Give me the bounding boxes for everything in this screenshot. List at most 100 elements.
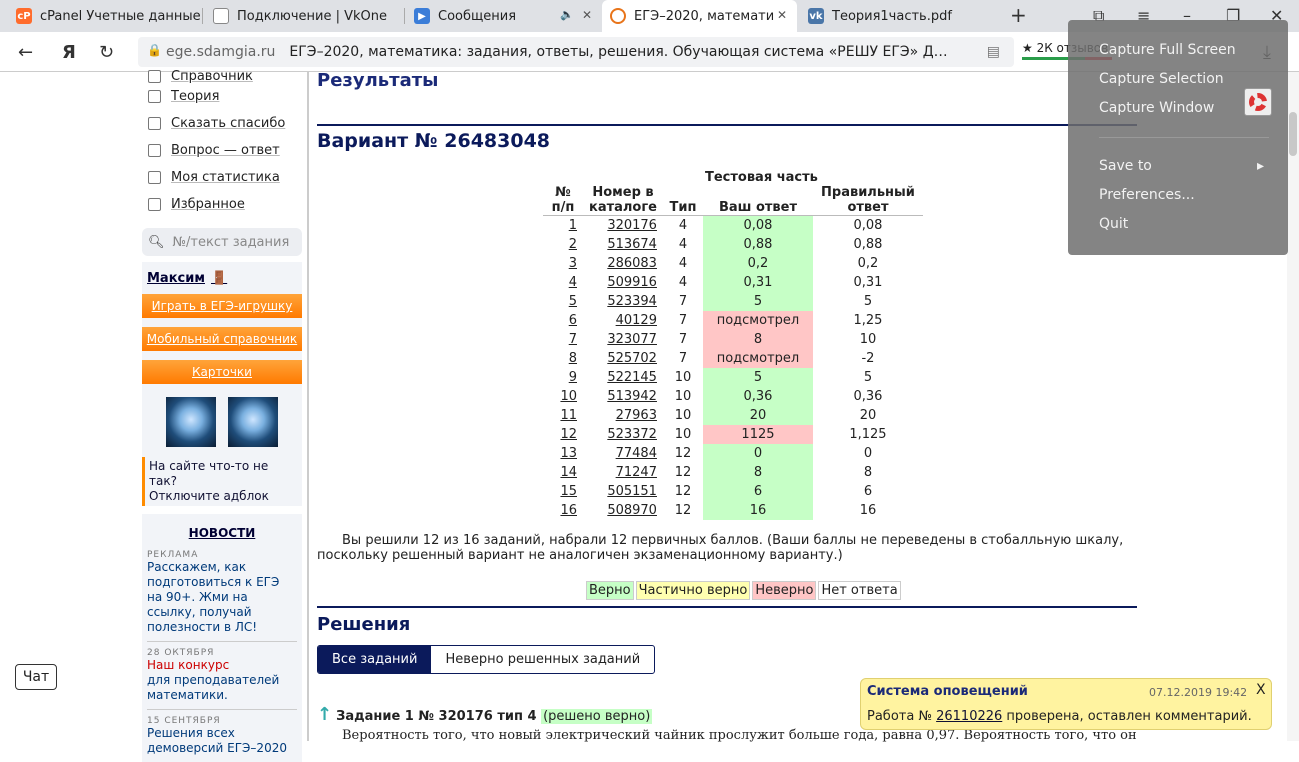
checkbox-stats[interactable]: Моя статистика (142, 164, 302, 191)
checkbox[interactable] (148, 171, 161, 184)
link-theory[interactable]: Теория (171, 89, 219, 104)
task-number-link[interactable]: 14 (543, 463, 583, 482)
tab-pdf[interactable]: vk Теория1часть.pdf (800, 0, 996, 32)
catalog-number-link[interactable]: 508970 (583, 501, 663, 520)
work-link[interactable]: 26110226 (936, 709, 1002, 724)
link-stats[interactable]: Моя статистика (171, 170, 280, 185)
task-search-input[interactable]: 🔍︎ №/текст задания (142, 228, 302, 256)
tab-messages[interactable]: ▶ Сообщения 🔈 ✕ (406, 0, 602, 32)
task-number-link[interactable]: 3 (543, 254, 583, 273)
new-tab-icon[interactable]: + (1010, 3, 1027, 27)
catalog-number-link[interactable]: 523372 (583, 425, 663, 444)
menu-capture-window[interactable]: Capture Window (1099, 100, 1214, 116)
task-number-link[interactable]: 4 (543, 273, 583, 292)
catalog-number-link[interactable]: 525702 (583, 349, 663, 368)
tab-wrong-tasks[interactable]: Неверно решенных заданий (431, 646, 654, 673)
mobile-reference-button[interactable]: Мобильный справочник (142, 327, 302, 351)
logout-door-icon[interactable]: 🚪 (211, 271, 227, 286)
checkbox[interactable] (148, 69, 161, 83)
vk-icon: vk (808, 8, 824, 24)
checkbox-reference[interactable]: Справочник (142, 69, 302, 83)
tab-close-icon[interactable]: ✕ (582, 8, 592, 22)
task-number-link[interactable]: 13 (543, 444, 583, 463)
scrollbar[interactable] (1287, 72, 1299, 741)
legend-correct: Верно (586, 581, 634, 600)
task-type: 12 (674, 502, 692, 518)
demo-link[interactable]: Решения всех демоверсий ЕГЭ–2020 (147, 726, 297, 756)
catalog-number-link[interactable]: 505151 (583, 482, 663, 501)
results-table: Тестовая часть № п/п Номер в каталоге Ти… (543, 170, 923, 520)
user-name[interactable]: Максим (147, 271, 205, 286)
tab-sdamgia[interactable]: ЕГЭ–2020, математика✕ (602, 0, 797, 32)
menu-preferences[interactable]: Preferences... (1099, 187, 1195, 203)
task-number-link[interactable]: 12 (543, 425, 583, 444)
menu-quit[interactable]: Quit (1099, 216, 1128, 232)
tab-cpanel[interactable]: cP cPanel Учетные данные (8, 0, 203, 32)
menu-capture-selection[interactable]: Capture Selection (1099, 71, 1224, 87)
catalog-number-link[interactable]: 323077 (583, 330, 663, 349)
tab-vkone[interactable]: Подключение | VkOne (205, 0, 405, 32)
checkbox-favorites[interactable]: Избранное (142, 191, 302, 218)
reload-icon[interactable]: ↻ (99, 42, 114, 63)
task-number-link[interactable]: 1 (543, 216, 583, 235)
task-number-link[interactable]: 15 (543, 482, 583, 501)
task-number-link[interactable]: 11 (543, 406, 583, 425)
speaker-icon[interactable]: 🔈 (560, 8, 574, 21)
checkbox[interactable] (148, 198, 161, 211)
task-number-link[interactable]: 10 (543, 387, 583, 406)
reader-icon[interactable]: ▤ (987, 44, 1000, 60)
catalog-number-link[interactable]: 320176 (583, 216, 663, 235)
catalog-number-link[interactable]: 522145 (583, 368, 663, 387)
link-qa[interactable]: Вопрос — ответ (171, 143, 280, 158)
contest-text[interactable]: для преподавателей математики. (147, 673, 297, 703)
yandex-icon[interactable]: Я (62, 42, 76, 63)
catalog-number-link[interactable]: 77484 (583, 444, 663, 463)
ad-link[interactable]: Расскажем, как подготовиться к ЕГЭ на 90… (147, 560, 297, 635)
task-number-link[interactable]: 7 (543, 330, 583, 349)
up-arrow-icon[interactable]: ↑ (317, 704, 332, 725)
chat-button[interactable]: Чат (15, 664, 57, 690)
checkbox-theory[interactable]: Теория (142, 83, 302, 110)
task-number-link[interactable]: 2 (543, 235, 583, 254)
catalog-number-link[interactable]: 71247 (583, 463, 663, 482)
tab-all-tasks[interactable]: Все заданий (318, 646, 432, 673)
url-field[interactable]: 🔒 ege.sdamgia.ru ЕГЭ–2020, математика: з… (138, 37, 1014, 67)
contest-link[interactable]: Наш конкурс (147, 658, 297, 673)
catalog-number-link[interactable]: 27963 (583, 406, 663, 425)
checkbox[interactable] (148, 144, 161, 157)
lifebuoy-icon[interactable] (1244, 88, 1272, 116)
divider (317, 606, 1137, 608)
menu-save-to[interactable]: Save to ▸ (1099, 158, 1264, 174)
link-reference[interactable]: Справочник (171, 69, 253, 83)
notification-popup: Система оповещений 07.12.2019 19:42 X Ра… (860, 678, 1272, 730)
news-title[interactable]: НОВОСТИ (147, 526, 297, 540)
scroll-thumb[interactable] (1289, 112, 1297, 156)
tab-close-icon[interactable]: ✕ (777, 8, 787, 22)
menu-capture-full-screen[interactable]: Capture Full Screen (1099, 42, 1236, 58)
task-number-link[interactable]: 9 (543, 368, 583, 387)
back-icon[interactable]: ← (18, 42, 33, 63)
catalog-number-link[interactable]: 509916 (583, 273, 663, 292)
catalog-number-link[interactable]: 40129 (583, 311, 663, 330)
catalog-number-link[interactable]: 523394 (583, 292, 663, 311)
link-thanks[interactable]: Сказать спасибо (171, 116, 285, 131)
catalog-number-link[interactable]: 286083 (583, 254, 663, 273)
table-row: 12 523372 10 1125 1,125 (543, 424, 923, 444)
catalog-number-link[interactable]: 513674 (583, 235, 663, 254)
task-number-link[interactable]: 16 (543, 501, 583, 520)
checkbox[interactable] (148, 117, 161, 130)
notification-date: 07.12.2019 19:42 (1149, 686, 1248, 699)
catalog-number-link[interactable]: 513942 (583, 387, 663, 406)
checkbox-qa[interactable]: Вопрос — ответ (142, 137, 302, 164)
link-favorites[interactable]: Избранное (171, 197, 245, 212)
checkbox-thanks[interactable]: Сказать спасибо (142, 110, 302, 137)
notification-close-button[interactable]: X (1256, 682, 1266, 698)
cards-button[interactable]: Карточки (142, 360, 302, 384)
task-number-link[interactable]: 6 (543, 311, 583, 330)
game-button[interactable]: Играть в ЕГЭ-игрушку (142, 294, 302, 318)
user-link[interactable]: Максим 🚪 (142, 262, 302, 294)
task-number-link[interactable]: 5 (543, 292, 583, 311)
task-number-link[interactable]: 8 (543, 349, 583, 368)
checkbox[interactable] (148, 90, 161, 103)
task-type: 10 (674, 407, 692, 423)
